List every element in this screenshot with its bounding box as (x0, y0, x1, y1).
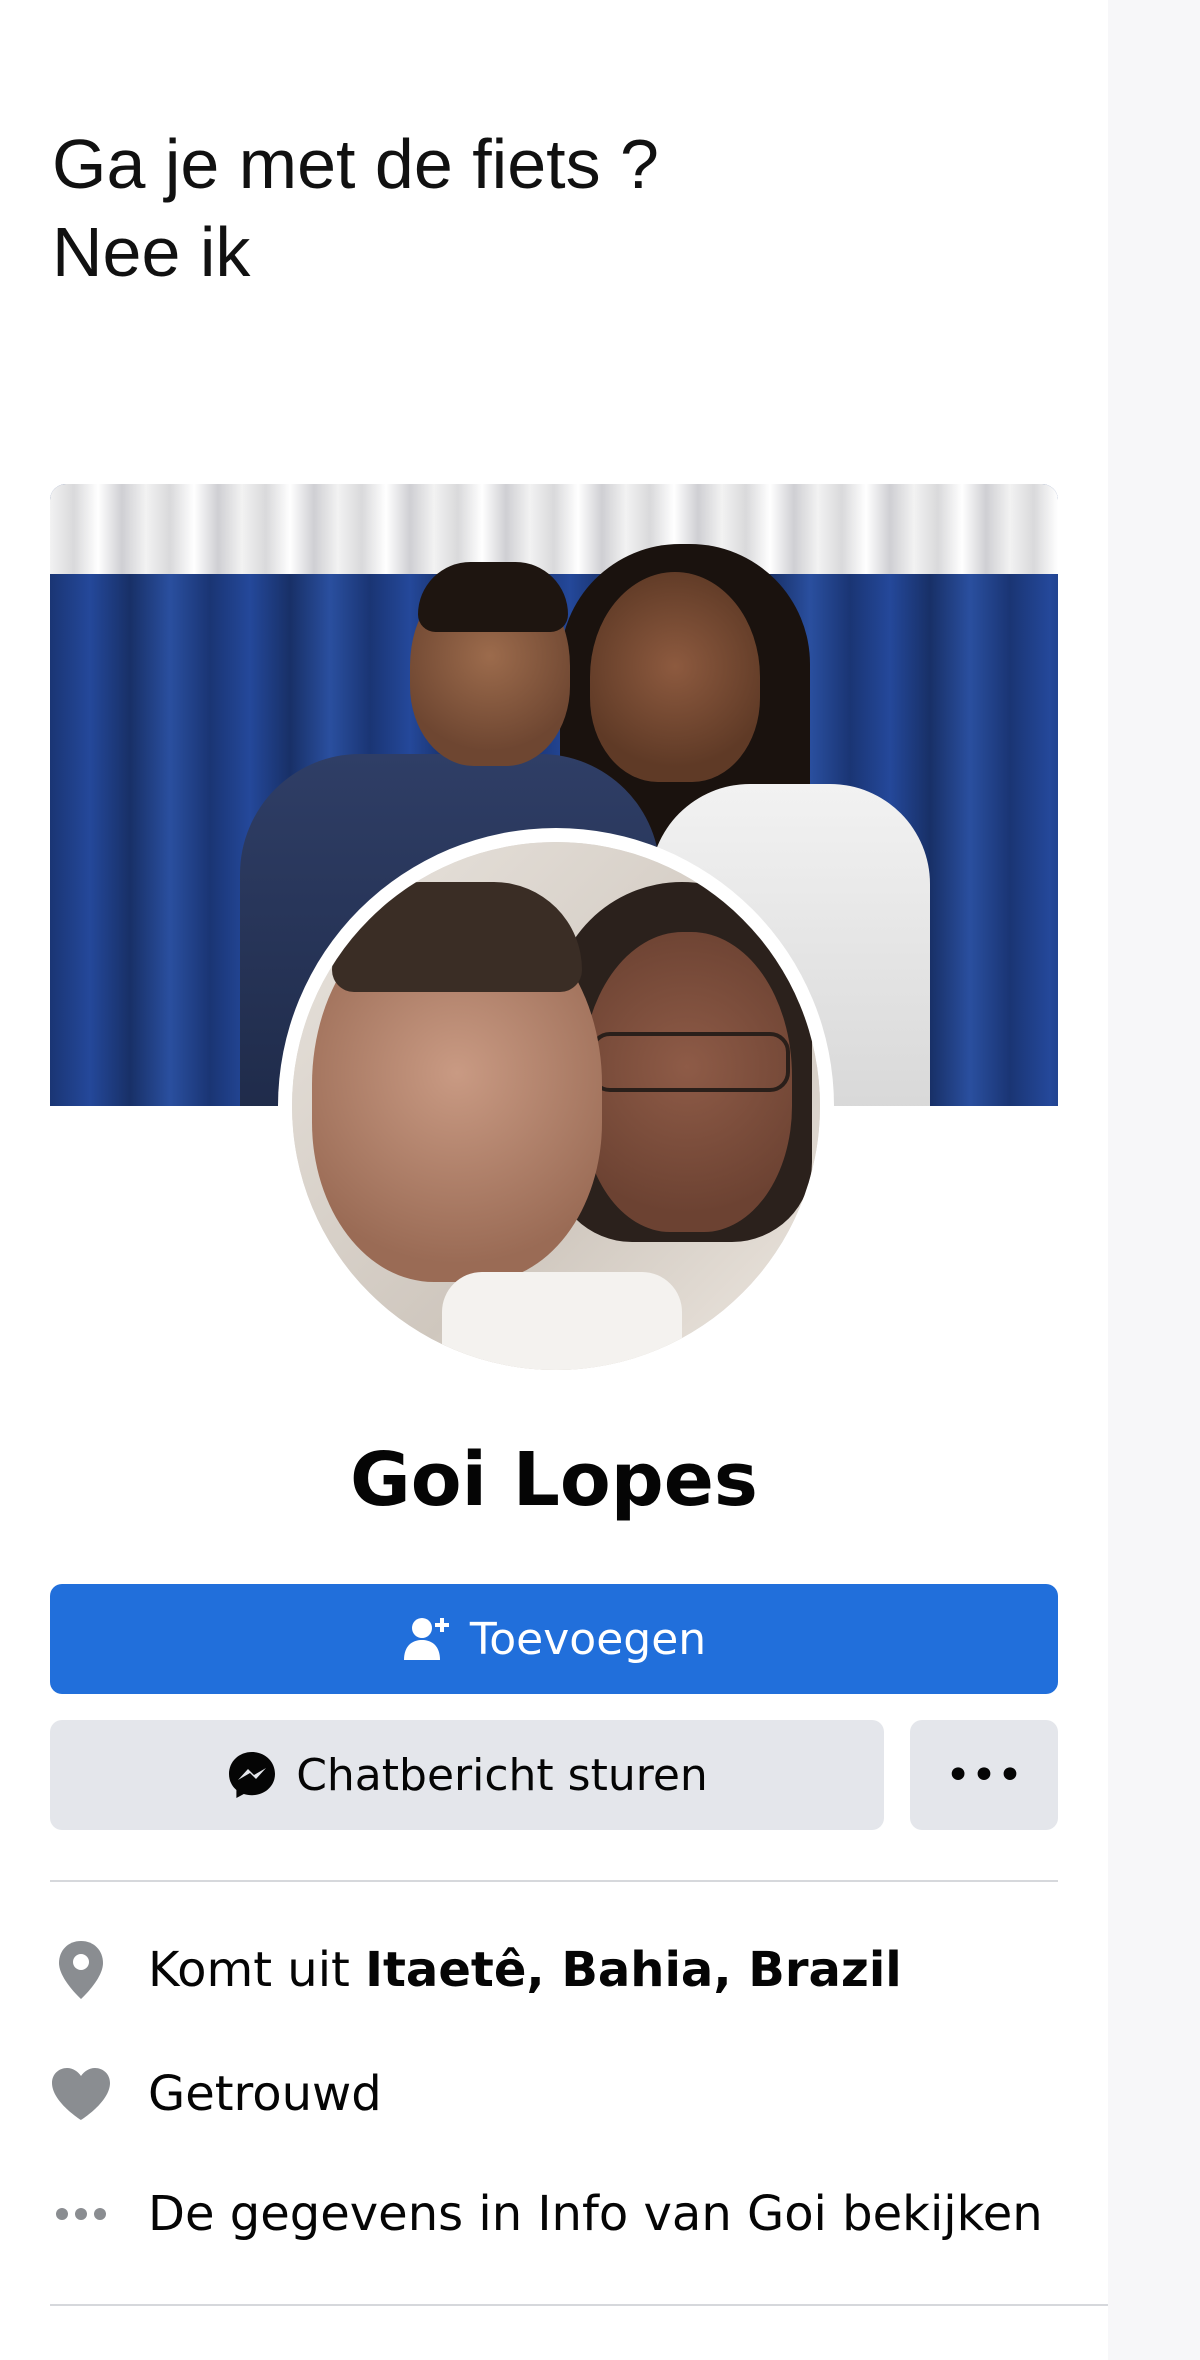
add-friend-label: Toevoegen (469, 1613, 707, 1665)
profile-person-hair-short (332, 882, 582, 992)
see-info-text: De gegevens in Info van Goi bekijken (148, 2186, 1043, 2242)
more-dots-icon (50, 2183, 112, 2245)
section-divider (50, 1880, 1058, 1882)
caption-line-1: Ga je met de fiets ? (52, 125, 659, 203)
cover-person-hair-short (418, 562, 568, 632)
add-friend-icon (402, 1614, 452, 1664)
see-info-row[interactable]: De gegevens in Info van Goi bekijken (50, 2174, 1100, 2254)
hometown-prefix: Komt uit (148, 1942, 366, 1998)
right-edge-strip (1108, 0, 1200, 2360)
send-message-label: Chatbericht sturen (296, 1749, 708, 1801)
caption-line-2: Nee ik (52, 213, 251, 291)
hometown-row: Komt uit Itaetê, Bahia, Brazil (50, 1930, 1100, 2010)
meme-caption: Ga je met de fiets ? Nee ik (52, 120, 659, 296)
send-message-button[interactable]: Chatbericht sturen (50, 1720, 884, 1830)
relationship-row: Getrouwd (50, 2054, 1100, 2134)
relationship-text: Getrouwd (148, 2066, 382, 2122)
hometown-text: Komt uit Itaetê, Bahia, Brazil (148, 1942, 902, 1998)
more-dots-icon: ••• (945, 1749, 1023, 1801)
messenger-icon (226, 1749, 278, 1801)
cover-curtain-top (50, 484, 1058, 584)
profile-picture[interactable] (292, 842, 820, 1370)
more-options-button[interactable]: ••• (910, 1720, 1058, 1830)
hometown-place[interactable]: Itaetê, Bahia, Brazil (365, 1942, 902, 1998)
location-pin-icon (50, 1939, 112, 2001)
profile-name: Goi Lopes (350, 1437, 758, 1523)
heart-icon (50, 2063, 112, 2125)
bottom-divider (50, 2304, 1108, 2306)
add-friend-button[interactable]: Toevoegen (50, 1584, 1058, 1694)
profile-person-shirt (442, 1272, 682, 1370)
cover-person-face-2 (590, 572, 760, 782)
profile-person-glasses (590, 1032, 790, 1092)
